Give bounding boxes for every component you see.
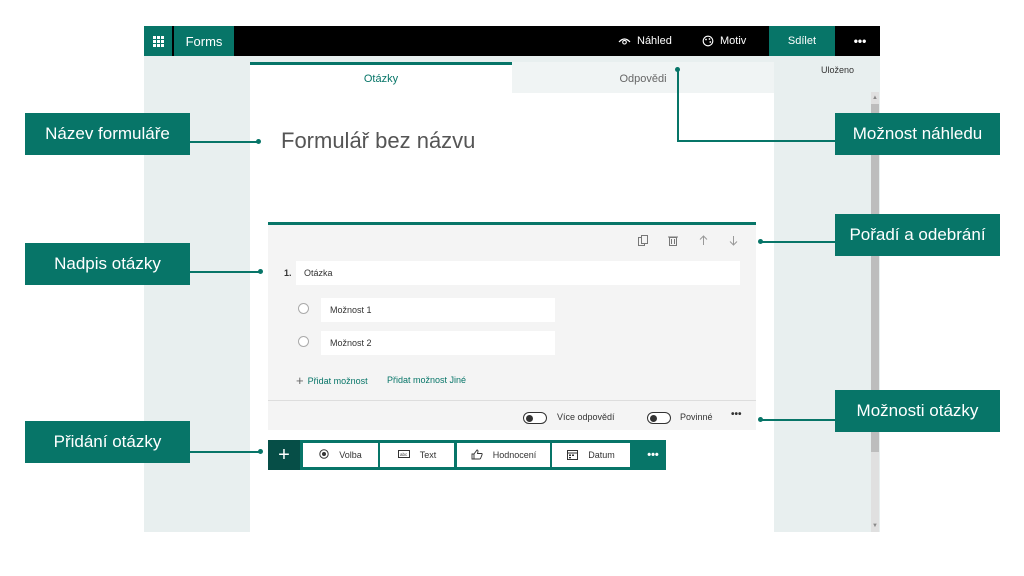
multiple-answers-toggle[interactable] <box>523 412 547 424</box>
palette-icon <box>702 35 714 47</box>
thumb-icon <box>471 449 483 462</box>
top-bar: Forms Náhled Motiv Sdílet ••• <box>144 26 880 56</box>
text-question-button[interactable]: abc Text <box>380 443 454 467</box>
required-label: Povinné <box>680 412 713 422</box>
save-status: Uloženo <box>821 65 855 75</box>
question-card[interactable]: 1. Otázka Možnost 1 Možnost 2 + Přidat m… <box>268 222 756 430</box>
preview-label: Náhled <box>637 35 672 47</box>
text-label: Text <box>419 450 437 460</box>
scroll-down-icon[interactable]: ▼ <box>871 522 879 530</box>
add-other-option-link[interactable]: Přidat možnost Jiné <box>387 375 466 385</box>
question-more-icon[interactable]: ••• <box>731 409 742 420</box>
connector-dot <box>258 449 263 454</box>
theme-label: Motiv <box>720 35 747 47</box>
theme-button[interactable]: Motiv <box>702 26 746 56</box>
option-2-field[interactable]: Možnost 2 <box>321 331 555 355</box>
move-down-icon[interactable] <box>726 233 740 247</box>
connector-dot <box>258 269 263 274</box>
add-option-label: Přidat možnost <box>307 375 368 386</box>
date-label: Datum <box>588 450 615 460</box>
copy-icon[interactable] <box>636 233 650 247</box>
add-question-button[interactable]: + <box>268 440 300 470</box>
delete-icon[interactable] <box>666 233 680 247</box>
connector-line <box>677 140 835 142</box>
add-option-link[interactable]: + Přidat možnost <box>296 373 368 388</box>
connector-dot <box>256 139 261 144</box>
tab-responses[interactable]: Odpovědi <box>512 62 774 93</box>
preview-button[interactable]: Náhled <box>618 26 672 56</box>
connector-line <box>677 69 679 141</box>
option-radio-icon <box>298 336 309 347</box>
connector-line <box>760 241 835 243</box>
eye-icon <box>618 37 631 46</box>
app-name[interactable]: Forms <box>174 26 234 56</box>
form-title[interactable]: Formulář bez názvu <box>281 128 475 154</box>
rating-label: Hodnocení <box>492 450 537 460</box>
calendar-icon <box>567 449 579 462</box>
choice-label: Volba <box>339 450 362 460</box>
more-options-icon[interactable]: ••• <box>849 26 871 56</box>
add-question-bar: + Volba abc Text Hodnocení Datum ••• <box>268 440 666 470</box>
connector-line <box>190 451 260 453</box>
rating-question-button[interactable]: Hodnocení <box>457 443 550 467</box>
tab-questions[interactable]: Otázky <box>250 62 512 93</box>
multiple-answers-label: Více odpovědí <box>557 412 615 422</box>
required-toggle[interactable] <box>647 412 671 424</box>
plus-icon: + <box>296 373 304 388</box>
text-icon: abc <box>397 450 410 460</box>
forms-app-window: Forms Náhled Motiv Sdílet ••• Uloženo ▲ … <box>144 26 880 532</box>
connector-line <box>190 271 260 273</box>
question-toolbar <box>636 233 740 247</box>
form-editor-card: Otázky Odpovědi Formulář bez názvu 1. Ot… <box>250 62 774 532</box>
choice-question-button[interactable]: Volba <box>303 443 378 467</box>
radio-icon <box>319 449 329 461</box>
vertical-scrollbar[interactable]: ▲ ▼ <box>871 92 879 532</box>
svg-text:abc: abc <box>400 452 408 457</box>
callout-question-options: Možnosti otázky <box>835 390 1000 432</box>
share-button[interactable]: Sdílet <box>769 26 835 56</box>
question-number: 1. <box>284 268 292 278</box>
callout-preview-option: Možnost náhledu <box>835 113 1000 155</box>
move-up-icon[interactable] <box>696 233 710 247</box>
divider <box>268 400 756 401</box>
callout-form-name: Název formuláře <box>25 113 190 155</box>
connector-line <box>760 419 835 421</box>
question-title-input[interactable]: Otázka <box>296 261 740 285</box>
more-question-types-icon[interactable]: ••• <box>640 440 666 470</box>
option-1-field[interactable]: Možnost 1 <box>321 298 555 322</box>
callout-question-heading: Nadpis otázky <box>25 243 190 285</box>
callout-add-question: Přidání otázky <box>25 421 190 463</box>
date-question-button[interactable]: Datum <box>552 443 630 467</box>
option-radio-icon <box>298 303 309 314</box>
connector-line <box>190 141 258 143</box>
callout-order-remove: Pořadí a odebrání <box>835 214 1000 256</box>
app-launcher-icon[interactable] <box>144 26 172 56</box>
scroll-up-icon[interactable]: ▲ <box>871 94 879 102</box>
